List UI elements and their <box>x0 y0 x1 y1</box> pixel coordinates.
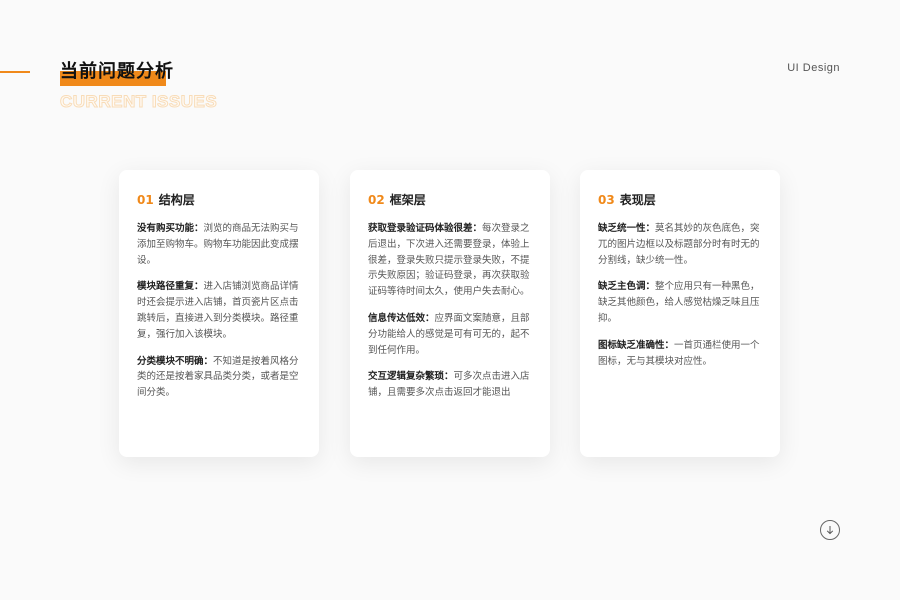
issue-heading: 模块路径重复： <box>137 281 204 293</box>
header-accent-line <box>0 71 30 73</box>
issue-item: 模块路径重复：进入店铺浏览商品详情时还会提示进入店铺，首页瓷片区点击跳转后，直接… <box>137 279 301 342</box>
issue-card-framework: 02 框架层 获取登录验证码体验很差：每次登录之后退出，下次进入还需要登录，体验上… <box>350 170 550 457</box>
issue-heading: 缺乏统一性： <box>598 223 656 234</box>
card-title-text: 表现层 <box>619 193 656 207</box>
card-title: 01 结构层 <box>137 191 301 208</box>
issue-item: 交互逻辑复杂繁琐：可多次点击进入店铺，且需要多次点击返回才能退出 <box>368 369 532 401</box>
issue-item: 获取登录验证码体验很差：每次登录之后退出，下次进入还需要登录，体验上很差，登录失… <box>368 221 532 300</box>
card-number: 01 <box>137 193 154 207</box>
issue-heading: 图标缺乏准确性： <box>598 339 675 351</box>
issue-card-presentation: 03 表现层 缺乏统一性：莫名其妙的灰色底色，突兀的图片边框以及标题部分时有时无的… <box>580 170 780 457</box>
issue-item: 没有购买功能：浏览的商品无法购买与添加至购物车。购物车功能因此变成摆设。 <box>137 221 301 268</box>
issue-heading: 没有购买功能： <box>137 223 204 234</box>
card-title-text: 框架层 <box>389 193 426 207</box>
issue-item: 图标缺乏准确性：一首页通栏使用一个图标，无与其模块对应性。 <box>598 338 762 370</box>
issue-heading: 交互逻辑复杂繁琐： <box>368 371 454 383</box>
brand-label: UI Design <box>787 62 840 74</box>
issue-heading: 获取登录验证码体验很差： <box>368 223 483 234</box>
issue-card-structure: 01 结构层 没有购买功能：浏览的商品无法购买与添加至购物车。购物车功能因此变成摆… <box>119 170 319 457</box>
page-title: 当前问题分析 <box>60 61 174 82</box>
scroll-down-button[interactable] <box>820 520 840 540</box>
card-number: 03 <box>598 193 615 207</box>
page-subtitle: CURRENT ISSUES <box>59 92 218 112</box>
issue-heading: 缺乏主色调： <box>598 281 656 293</box>
card-number: 02 <box>368 193 385 207</box>
arrow-down-circle-icon <box>826 526 834 535</box>
issue-item: 分类模块不明确：不知道是按着风格分类的还是按着家具品类分类，或者是空间分类。 <box>137 354 301 401</box>
page-title-group: 当前问题分析 <box>60 60 174 86</box>
issue-text: 每次登录之后退出，下次进入还需要登录，体验上很差，登录失败只提示登录失败，不提示… <box>368 223 530 298</box>
issue-item: 缺乏主色调：整个应用只有一种黑色，缺乏其他颜色，给人感觉枯燥乏味且压抑。 <box>598 279 762 326</box>
issue-heading: 信息传达低效： <box>368 312 435 324</box>
issue-item: 缺乏统一性：莫名其妙的灰色底色，突兀的图片边框以及标题部分时有时无的分割线，缺少… <box>598 221 762 268</box>
card-title-text: 结构层 <box>158 193 195 207</box>
card-title: 03 表现层 <box>598 191 762 208</box>
issue-item: 信息传达低效：应界面文案随意，且部分功能给人的感觉是可有可无的，起不到任何作用。 <box>368 311 532 358</box>
issue-heading: 分类模块不明确： <box>137 355 214 367</box>
card-title: 02 框架层 <box>368 191 532 208</box>
